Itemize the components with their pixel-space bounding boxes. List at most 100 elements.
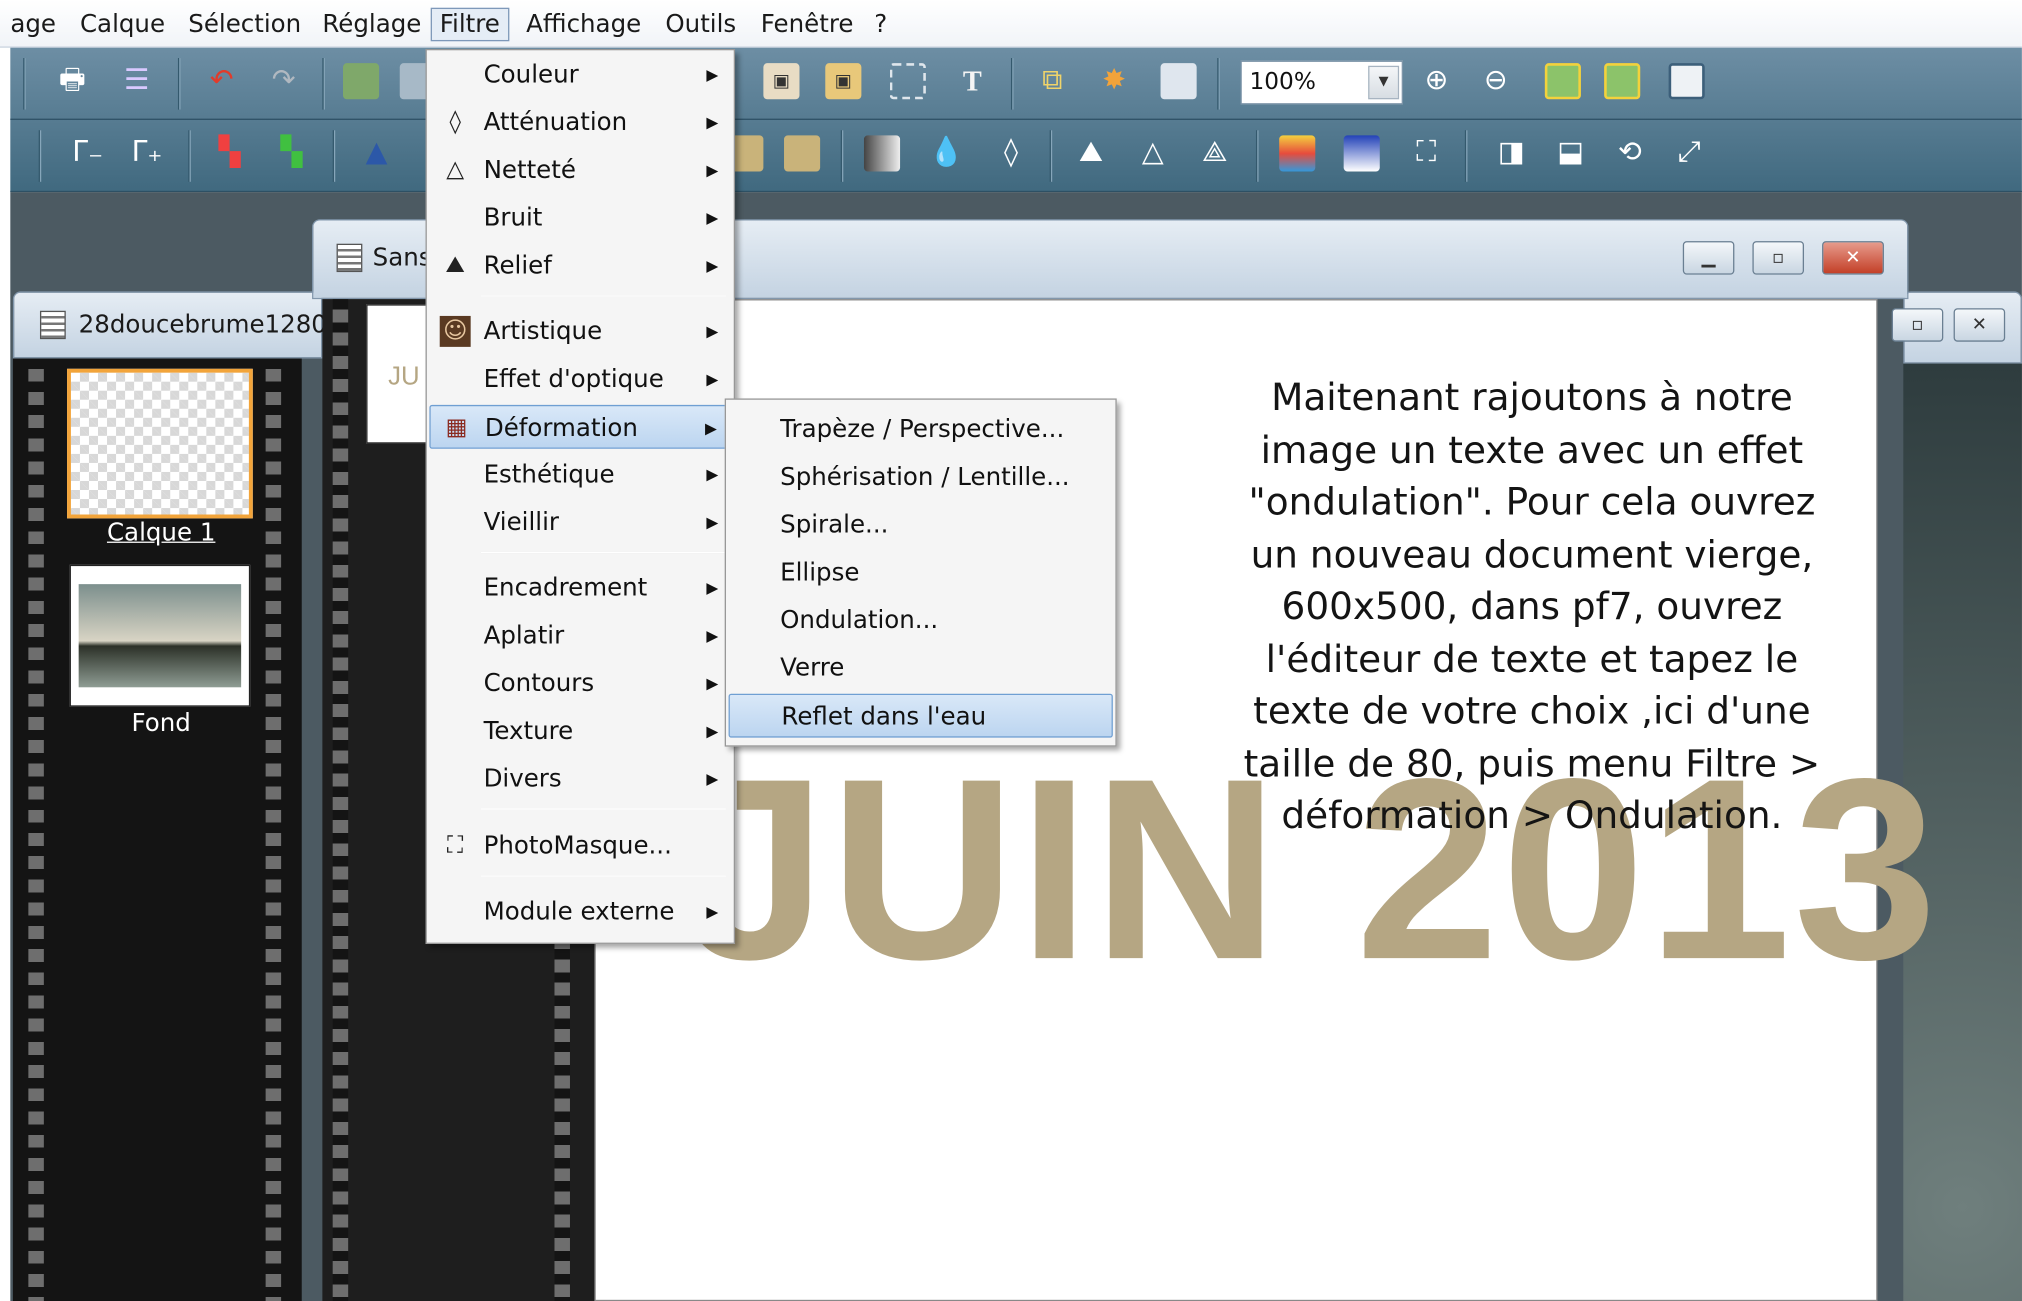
menu-item-aplatir[interactable]: Aplatir ▶ <box>429 614 731 658</box>
document-icon <box>39 310 66 340</box>
sharpen-icon[interactable]: △ <box>1135 135 1171 171</box>
undo-icon[interactable]: ↶ <box>204 63 240 99</box>
back-window-title: 28doucebrume1280.j <box>78 310 342 340</box>
menu-selection[interactable]: Sélection <box>181 8 309 42</box>
menu-item-contours[interactable]: Contours ▶ <box>429 662 731 706</box>
submenu-item-verre[interactable]: Verre <box>729 646 1113 690</box>
back-window-titlebar-right: ▫ ✕ <box>1891 291 2022 364</box>
grid-warp-icon: ▦ <box>445 413 468 442</box>
submenu-item-ondulation[interactable]: Ondulation... <box>729 598 1113 642</box>
menu-calque[interactable]: Calque <box>72 8 173 42</box>
resize-icon[interactable]: ⤢ <box>1671 135 1707 171</box>
gamma-plus-icon[interactable]: Γ₊ <box>129 135 165 171</box>
toolbar-row-2: Γ₋ Γ₊ ▚ ▚ ▲ 💧 ◊ ⛰ △ ⟁ ⛶ ◨ ⬓ ⟲ ⤢ <box>10 120 2022 193</box>
submenu-item-spherisation[interactable]: Sphérisation / Lentille... <box>729 455 1113 499</box>
color-plus-icon[interactable]: ▚ <box>273 135 309 171</box>
gradient-icon[interactable] <box>1343 135 1380 172</box>
sparkle-icon[interactable]: ✸ <box>1096 63 1132 99</box>
menu-help[interactable]: ? <box>867 8 895 42</box>
menu-item-artistique[interactable]: ☺ Artistique ▶ <box>429 309 731 353</box>
menu-fenetre[interactable]: Fenêtre <box>753 8 861 42</box>
landscape-icon[interactable]: ▲ <box>358 135 394 171</box>
menu-item-attenuation[interactable]: ◊ Atténuation ▶ <box>429 101 731 145</box>
minimize-icon[interactable]: ▁ <box>1682 241 1735 275</box>
menu-image[interactable]: age <box>3 8 64 42</box>
menu-bar: age Calque Sélection Réglage Filtre Affi… <box>0 0 2022 48</box>
filter-menu: Couleur ▶ ◊ Atténuation ▶ △ Netteté ▶ Bruit ▶ … <box>425 49 736 944</box>
color-balance-icon[interactable] <box>1279 135 1316 172</box>
submenu-item-ellipse[interactable]: Ellipse <box>729 551 1113 595</box>
layers-stack-icon[interactable]: ☰ <box>119 63 155 99</box>
menu-item-relief[interactable]: ⛰ Relief ▶ <box>429 244 731 288</box>
figure-frame-icon[interactable]: ▣ <box>825 63 862 100</box>
selection-icon[interactable] <box>889 63 926 100</box>
zoom-in-icon[interactable]: ⊕ <box>1418 63 1454 99</box>
drop-icon: ◊ <box>449 108 461 136</box>
zoom-select[interactable]: 100% ▼ <box>1240 60 1403 105</box>
relief-icon: ⛰ <box>445 251 465 279</box>
back-layers-strip: Calque 1 Fond <box>12 358 302 1301</box>
menu-item-module-externe[interactable]: Module externe ▶ <box>429 890 731 934</box>
redo-icon[interactable]: ↷ <box>266 63 302 99</box>
drop-icon[interactable]: 💧 <box>928 135 964 171</box>
sharpen-more-icon[interactable]: ⟁ <box>1197 135 1233 171</box>
menu-outils[interactable]: Outils <box>658 8 744 42</box>
actual-size-icon[interactable] <box>1604 63 1641 100</box>
menu-item-divers[interactable]: Divers ▶ <box>429 757 731 801</box>
image-icon[interactable] <box>343 63 380 100</box>
layer-thumb-text-label: JU <box>388 362 420 391</box>
submenu-item-trapeze[interactable]: Trapèze / Perspective... <box>729 407 1113 451</box>
zoom-out-icon[interactable]: ⊖ <box>1478 63 1514 99</box>
chevron-down-icon[interactable]: ▼ <box>1368 65 1400 100</box>
front-window-title: Sans <box>372 243 432 273</box>
toolbar-row-1: 🖶 ☰ ↶ ↷ ▣ ▣ T ⧉ ✸ 100% ▼ ⊕ ⊖ <box>10 48 2022 120</box>
menu-item-photomasque[interactable]: ⛶ PhotoMasque... <box>429 824 731 868</box>
flip-horizontal-icon[interactable]: ◨ <box>1493 135 1529 171</box>
flip-vertical-icon[interactable]: ⬓ <box>1553 135 1589 171</box>
deformation-submenu: Trapèze / Perspective... Sphérisation / … <box>724 398 1117 747</box>
document-icon <box>336 243 363 273</box>
portrait-frame-icon[interactable]: ▣ <box>763 63 800 100</box>
close-icon[interactable]: ✕ <box>1953 308 2006 342</box>
menu-affichage[interactable]: Affichage <box>518 8 649 42</box>
menu-item-nettete[interactable]: △ Netteté ▶ <box>429 148 731 192</box>
portrait-icon: ☺ <box>439 315 471 347</box>
gamma-minus-icon[interactable]: Γ₋ <box>70 135 106 171</box>
menu-item-texture[interactable]: Texture ▶ <box>429 709 731 753</box>
menu-item-bruit[interactable]: Bruit ▶ <box>429 196 731 240</box>
menu-item-couleur[interactable]: Couleur ▶ <box>429 53 731 97</box>
relief-icon[interactable]: ⛰ <box>1073 135 1109 171</box>
drop-outline-icon[interactable]: ◊ <box>993 135 1029 171</box>
menu-item-effet-optique[interactable]: Effet d'optique ▶ <box>429 357 731 401</box>
sharpen-icon: △ <box>446 156 465 184</box>
text-tool-icon[interactable]: T <box>954 63 990 99</box>
menu-reglage[interactable]: Réglage <box>315 8 429 42</box>
print-icon[interactable]: 🖶 <box>54 63 90 99</box>
restore-icon[interactable]: ▫ <box>1752 241 1805 275</box>
close-icon[interactable]: ✕ <box>1822 241 1884 275</box>
grid-frame-icon[interactable] <box>784 135 821 172</box>
rotate-icon[interactable]: ⟲ <box>1612 135 1648 171</box>
back-window-titlebar[interactable]: 28doucebrume1280.j <box>12 291 341 359</box>
maximize-icon[interactable]: ▫ <box>1891 308 1944 342</box>
toolbars: 🖶 ☰ ↶ ↷ ▣ ▣ T ⧉ ✸ 100% ▼ ⊕ ⊖ Γ₋ Γ₊ ▚ ▚ ▲… <box>10 47 2022 193</box>
layer-label-calque1[interactable]: Calque 1 <box>64 518 257 546</box>
menu-item-deformation[interactable]: ▦ Déformation ▶ <box>429 404 732 449</box>
window-icon[interactable] <box>1160 63 1197 100</box>
mask-icon[interactable]: ⛶ <box>1408 135 1444 171</box>
tree-icon[interactable]: ⧉ <box>1034 63 1070 99</box>
layer-thumb-calque1[interactable] <box>67 368 253 519</box>
layer-thumb-fond[interactable] <box>69 564 251 707</box>
layer-label-fond[interactable]: Fond <box>64 709 257 737</box>
fit-window-icon[interactable] <box>1544 63 1581 100</box>
menu-filtre[interactable]: Filtre <box>430 7 509 42</box>
color-minus-icon[interactable]: ▚ <box>211 135 247 171</box>
submenu-item-reflet[interactable]: Reflet dans l'eau <box>728 693 1113 738</box>
menu-item-esthetique[interactable]: Esthétique ▶ <box>429 453 731 497</box>
menu-item-encadrement[interactable]: Encadrement ▶ <box>429 566 731 610</box>
menu-item-vieillir[interactable]: Vieillir ▶ <box>429 500 731 544</box>
contrast-icon[interactable] <box>863 135 901 172</box>
submenu-item-spirale[interactable]: Spirale... <box>729 503 1113 547</box>
app-window: age Calque Sélection Réglage Filtre Affi… <box>0 0 2022 1301</box>
presentation-icon[interactable] <box>1668 63 1705 100</box>
